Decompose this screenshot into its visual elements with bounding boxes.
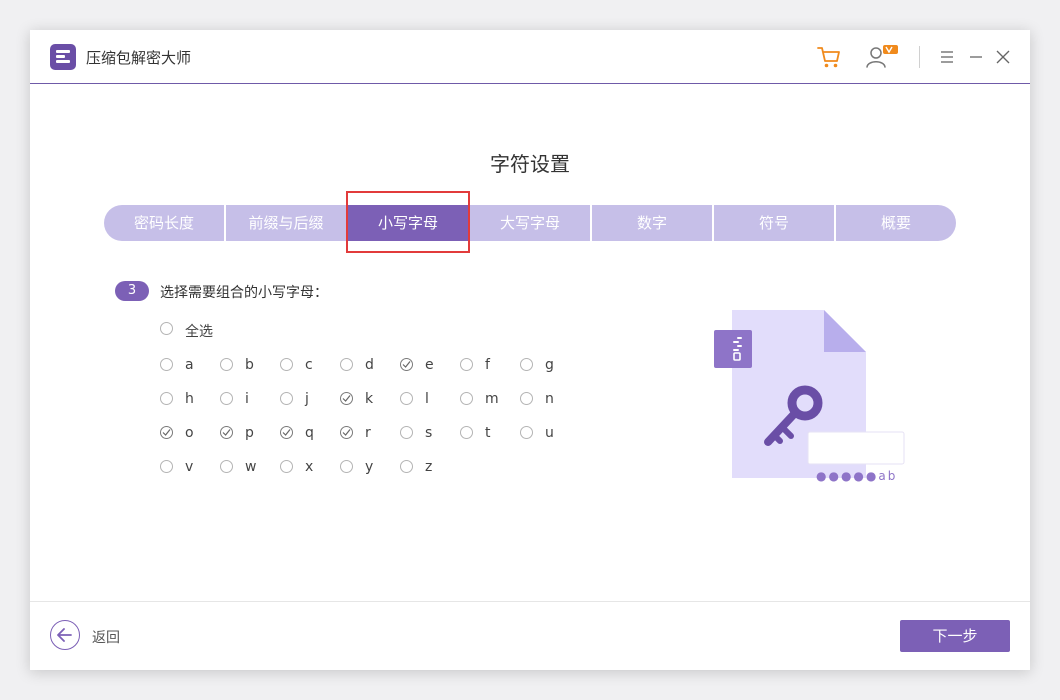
radio-icon[interactable] <box>400 392 413 405</box>
radio-icon[interactable] <box>220 358 233 371</box>
letter-label: w <box>245 459 257 475</box>
letter-label: u <box>545 425 554 441</box>
step-prefix-suffix[interactable]: 前缀与后缀 <box>226 205 346 241</box>
step-lowercase[interactable]: 小写字母 <box>348 205 468 241</box>
checked-radio-icon[interactable] <box>280 426 293 439</box>
password-hint-label: ●●●●●ab <box>816 469 898 483</box>
question-number-badge: 3 <box>115 281 149 301</box>
titlebar-separator <box>919 46 920 68</box>
radio-icon[interactable] <box>280 358 293 371</box>
radio-icon[interactable] <box>220 460 233 473</box>
question-text: 选择需要组合的小写字母： <box>160 285 328 301</box>
letter-label: y <box>365 459 374 475</box>
radio-icon[interactable] <box>160 392 173 405</box>
letter-label: i <box>245 391 249 407</box>
radio-icon[interactable] <box>460 358 473 371</box>
radio-icon[interactable] <box>460 392 473 405</box>
back-button[interactable]: 返回 <box>92 627 120 647</box>
radio-icon[interactable] <box>340 358 353 371</box>
radio-icon[interactable] <box>160 358 173 371</box>
radio-icon[interactable] <box>220 392 233 405</box>
letter-label: x <box>305 459 314 475</box>
letter-label: d <box>365 357 374 373</box>
illustration: ●●●●●ab <box>710 308 910 483</box>
letter-label: m <box>485 391 499 407</box>
menu-icon[interactable] <box>935 45 959 69</box>
cart-icon[interactable] <box>814 42 844 72</box>
letter-label: j <box>305 391 309 407</box>
next-button[interactable]: 下一步 <box>900 620 1010 652</box>
step-bar: 密码长度 前缀与后缀 小写字母 大写字母 数字 符号 概要 <box>104 205 956 241</box>
checked-radio-icon[interactable] <box>340 426 353 439</box>
letter-label: q <box>305 425 314 441</box>
minimize-icon[interactable] <box>964 45 988 69</box>
document-fold <box>824 310 866 352</box>
checked-radio-icon[interactable] <box>220 426 233 439</box>
radio-icon[interactable] <box>520 358 533 371</box>
letter-label: l <box>425 391 429 407</box>
letter-label: o <box>185 425 194 441</box>
checked-radio-icon[interactable] <box>340 392 353 405</box>
radio-icon[interactable] <box>400 426 413 439</box>
select-all-label: 全选 <box>185 324 213 340</box>
step-symbols[interactable]: 符号 <box>714 205 834 241</box>
letter-label: g <box>545 357 554 373</box>
step-uppercase[interactable]: 大写字母 <box>470 205 590 241</box>
step-summary[interactable]: 概要 <box>836 205 956 241</box>
title-bar: 压缩包解密大师 <box>30 30 1030 84</box>
letter-label: h <box>185 391 194 407</box>
checked-radio-icon[interactable] <box>160 426 173 439</box>
radio-icon[interactable] <box>280 460 293 473</box>
select-all-radio[interactable] <box>160 322 173 335</box>
user-vip-icon[interactable] <box>864 42 900 72</box>
step-digits[interactable]: 数字 <box>592 205 712 241</box>
letter-label: k <box>365 391 374 407</box>
footer-divider <box>30 601 1030 602</box>
letter-label: a <box>185 357 194 373</box>
letter-label: z <box>425 459 433 475</box>
radio-icon[interactable] <box>520 392 533 405</box>
letter-label: c <box>305 357 313 373</box>
letter-label: b <box>245 357 254 373</box>
radio-icon[interactable] <box>400 460 413 473</box>
app-logo-icon <box>50 44 76 70</box>
radio-icon[interactable] <box>340 460 353 473</box>
radio-icon[interactable] <box>520 426 533 439</box>
app-title: 压缩包解密大师 <box>86 49 192 67</box>
radio-icon[interactable] <box>280 392 293 405</box>
letter-label: r <box>365 425 371 441</box>
letter-label: v <box>185 459 194 475</box>
letter-label: n <box>545 391 554 407</box>
letter-label: t <box>485 425 491 441</box>
radio-icon[interactable] <box>460 426 473 439</box>
zip-file-icon <box>714 330 752 368</box>
step-password-length[interactable]: 密码长度 <box>104 205 224 241</box>
close-icon[interactable] <box>991 45 1015 69</box>
letter-label: e <box>425 357 434 373</box>
page-heading: 字符设置 <box>490 152 570 176</box>
checked-radio-icon[interactable] <box>400 358 413 371</box>
app-window: 压缩包解密大师 字符设置 密码长度 前缀与后缀 小写字母 大写字母 数字 符号 … <box>30 30 1030 670</box>
letter-label: p <box>245 425 254 441</box>
radio-icon[interactable] <box>160 460 173 473</box>
letter-label: f <box>485 357 490 373</box>
back-icon[interactable] <box>50 620 80 650</box>
letter-label: s <box>425 425 433 441</box>
